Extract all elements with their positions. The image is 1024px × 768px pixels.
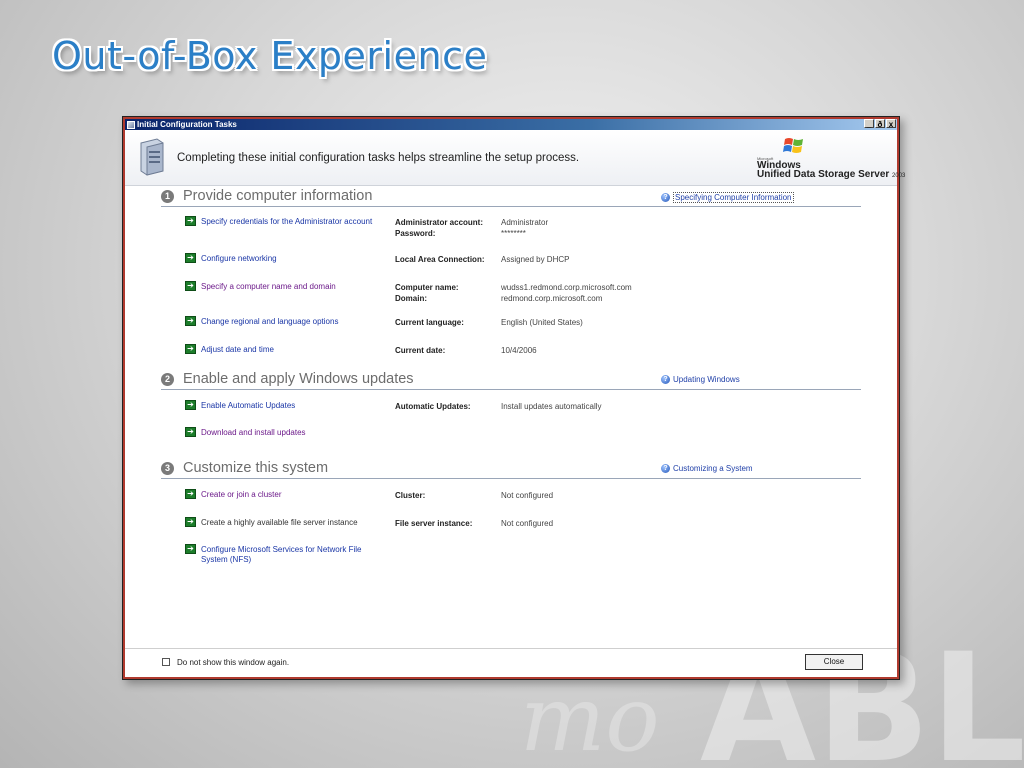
task-arrow-icon: ➔ — [185, 427, 196, 437]
app-icon — [127, 120, 135, 129]
banner-text: Completing these initial configuration t… — [177, 152, 580, 164]
section-customize-system: 3 Customize this system ? Customizing a … — [161, 460, 861, 479]
task-labels: Current language: — [395, 318, 464, 327]
task-arrow-icon: ➔ — [185, 517, 196, 527]
task-labels: Automatic Updates: — [395, 402, 471, 411]
task-link-computer-name-domain[interactable]: Specify a computer name and domain — [201, 282, 381, 292]
server-icon — [140, 138, 164, 176]
header-banner: Completing these initial configuration t… — [125, 130, 905, 186]
windows-flag-icon — [783, 138, 803, 153]
task-link-date-time[interactable]: Adjust date and time — [201, 345, 381, 355]
product-label: Unified Data Storage Server 2003 — [757, 169, 905, 180]
task-values: Not configured — [501, 491, 554, 500]
help-icon: ? — [661, 464, 670, 473]
help-link-text: Customizing a System — [673, 464, 753, 473]
task-values: 10/4/2006 — [501, 346, 537, 355]
section-number: 3 — [161, 462, 174, 475]
task-arrow-icon: ➔ — [185, 281, 196, 291]
section-number: 1 — [161, 190, 174, 203]
help-link-customizing-system[interactable]: ? Customizing a System — [661, 464, 753, 473]
window-footer: Do not show this window again. Close — [125, 648, 897, 677]
slide-title: Out-of-Box Experience — [52, 34, 488, 78]
help-link-updating-windows[interactable]: ? Updating Windows — [661, 375, 740, 384]
task-labels: Administrator account: Password: — [395, 218, 484, 238]
task-labels: Local Area Connection: — [395, 255, 485, 264]
task-link-configure-networking[interactable]: Configure networking — [201, 254, 381, 264]
minimize-button[interactable]: _ — [864, 119, 874, 129]
help-link-text: Specifying Computer Information — [673, 192, 794, 203]
window-title: Initial Configuration Tasks — [137, 120, 237, 129]
help-link-text: Updating Windows — [673, 375, 740, 384]
windows-brand-logo: Microsoft Windows Unified Data Storage S… — [749, 136, 905, 180]
task-arrow-icon: ➔ — [185, 489, 196, 499]
task-arrow-icon: ➔ — [185, 400, 196, 410]
task-values: Not configured — [501, 519, 554, 528]
task-link-enable-automatic-updates[interactable]: Enable Automatic Updates — [201, 401, 381, 411]
task-arrow-icon: ➔ — [185, 344, 196, 354]
task-list: 1 Provide computer information ? Specify… — [125, 186, 897, 649]
close-button[interactable]: Close — [805, 654, 863, 670]
help-icon: ? — [661, 193, 670, 202]
task-values: English (United States) — [501, 318, 583, 327]
section-number: 2 — [161, 373, 174, 386]
task-arrow-icon: ➔ — [185, 544, 196, 554]
task-values: Assigned by DHCP — [501, 255, 570, 264]
help-link-specifying-computer-information[interactable]: ? Specifying Computer Information — [661, 192, 794, 203]
task-link-specify-credentials[interactable]: Specify credentials for the Administrato… — [201, 217, 381, 227]
task-values: Install updates automatically — [501, 402, 602, 411]
task-labels: File server instance: — [395, 519, 473, 528]
task-link-create-join-cluster[interactable]: Create or join a cluster — [201, 490, 381, 500]
dont-show-again-checkbox[interactable] — [162, 658, 170, 666]
task-labels: Current date: — [395, 346, 446, 355]
product-year: 2003 — [892, 173, 906, 179]
task-link-configure-nfs[interactable]: Configure Microsoft Services for Network… — [201, 545, 371, 565]
section-title: Enable and apply Windows updates — [183, 371, 414, 387]
task-values: Administrator ******** — [501, 218, 549, 238]
task-labels: Computer name: Domain: — [395, 283, 459, 303]
initial-configuration-window: Initial Configuration Tasks _ ð x Comple… — [122, 116, 905, 680]
svg-text:mo: mo — [520, 667, 660, 768]
task-link-regional-language[interactable]: Change regional and language options — [201, 317, 381, 327]
section-provide-computer-information: 1 Provide computer information ? Specify… — [161, 188, 861, 207]
task-arrow-icon: ➔ — [185, 316, 196, 326]
close-window-button[interactable]: x — [886, 119, 896, 129]
dont-show-again-label[interactable]: Do not show this window again. — [177, 658, 289, 667]
maximize-button[interactable]: ð — [875, 119, 885, 129]
task-arrow-icon: ➔ — [185, 216, 196, 226]
section-title: Provide computer information — [183, 188, 373, 204]
task-values: wudss1.redmond.corp.microsoft.com redmon… — [501, 283, 632, 303]
task-labels: Cluster: — [395, 491, 426, 500]
section-title: Customize this system — [183, 460, 329, 476]
task-arrow-icon: ➔ — [185, 253, 196, 263]
task-link-file-server-instance[interactable]: Create a highly available file server in… — [201, 518, 381, 528]
section-windows-updates: 2 Enable and apply Windows updates ? Upd… — [161, 371, 861, 390]
product-name: Unified Data Storage Server — [757, 169, 890, 180]
window-titlebar[interactable]: Initial Configuration Tasks _ ð x — [125, 119, 897, 130]
task-link-download-install-updates[interactable]: Download and install updates — [201, 428, 381, 438]
help-icon: ? — [661, 375, 670, 384]
